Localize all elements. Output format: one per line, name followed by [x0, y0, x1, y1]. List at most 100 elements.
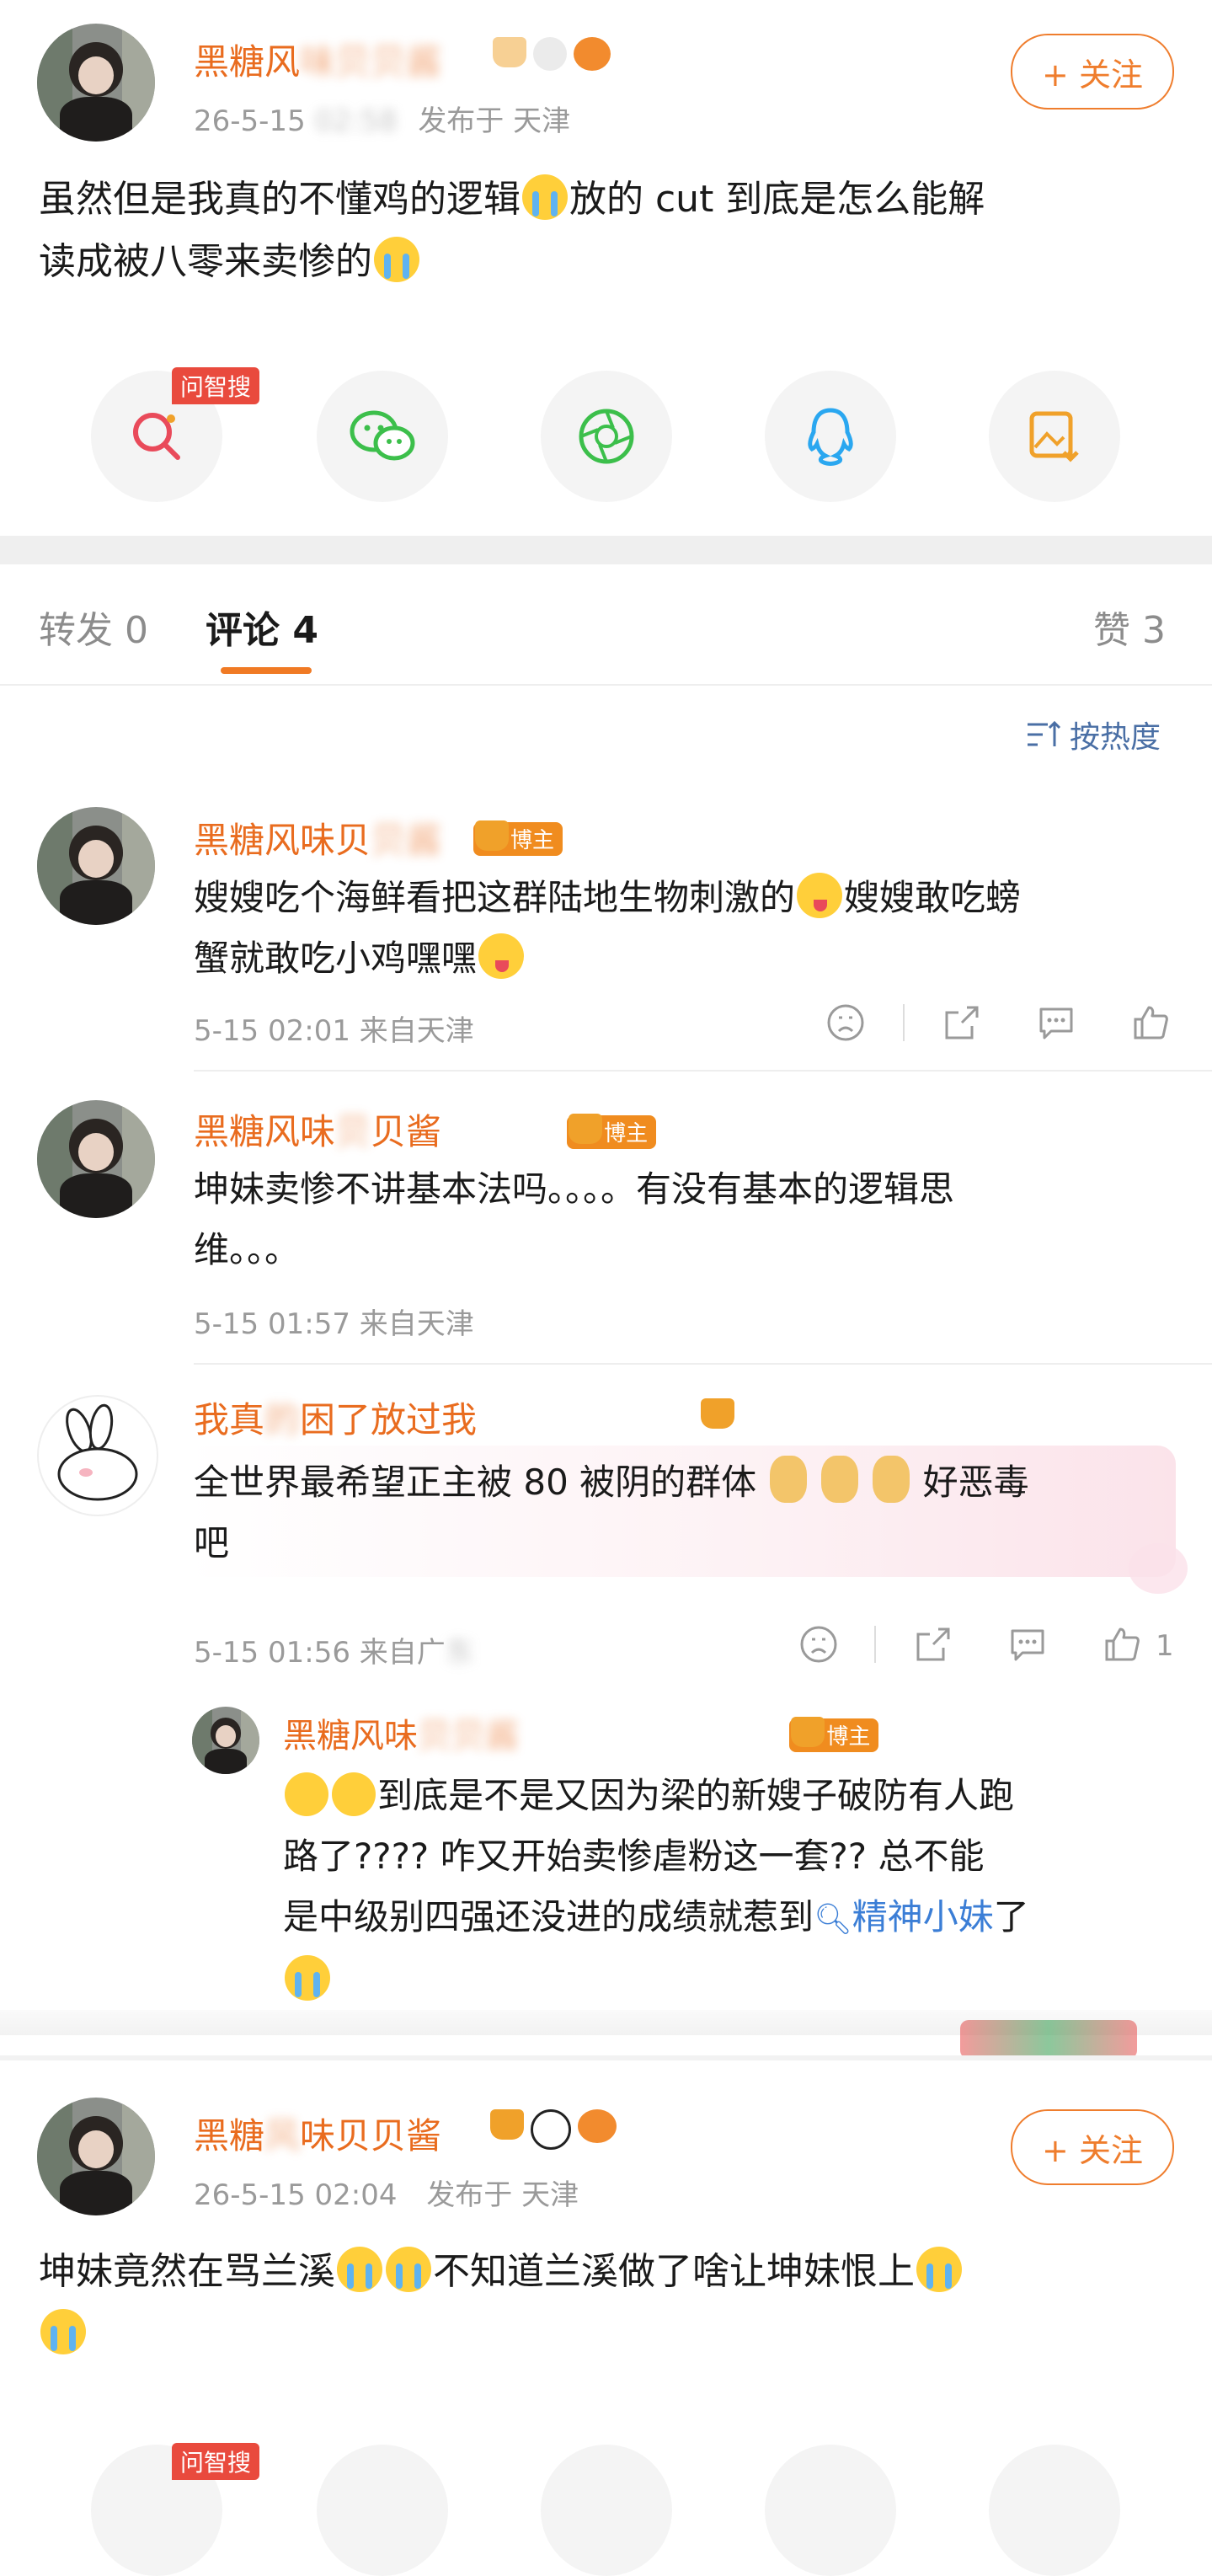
- comment-avatar[interactable]: [37, 807, 155, 925]
- decoration-icon: [1129, 1543, 1188, 1594]
- reply-username[interactable]: 黑糖风味贝贝酱: [283, 1708, 519, 1757]
- save-image-button[interactable]: [989, 371, 1120, 502]
- wechat-share-button[interactable]: [317, 371, 448, 502]
- comment-divider: [194, 1070, 1212, 1072]
- comment-text: 嫂嫂吃个海鲜看把这群陆地生物刺激的 嫂嫂敢吃螃 蟹就敢吃小鸡嘿嘿: [194, 868, 1179, 989]
- wechat-share-button[interactable]: [317, 2445, 448, 2576]
- username-text[interactable]: 黑糖风: [194, 41, 300, 83]
- sort-icon: [1028, 720, 1061, 746]
- cry-emoji-icon: [337, 2247, 382, 2292]
- tab-likes[interactable]: 赞 3: [1093, 600, 1166, 654]
- decoration-icon: [960, 2020, 1137, 2059]
- like-button[interactable]: [1098, 1621, 1145, 1668]
- moments-share-button[interactable]: [541, 2445, 672, 2576]
- panda-icon: [533, 37, 567, 71]
- tab-comments[interactable]: 评论 4: [206, 600, 318, 654]
- bow-emoji-icon: [873, 1456, 910, 1503]
- thinking-emoji-icon: [285, 1772, 328, 1816]
- comment-username[interactable]: 黑糖风味贝贝酱: [194, 1104, 441, 1155]
- blogger-badge: 博主: [567, 1113, 657, 1149]
- share-icon: [916, 1627, 950, 1661]
- tongue-emoji-icon: [797, 873, 843, 918]
- tab-active-indicator: [221, 667, 312, 674]
- crown-icon: [701, 1398, 735, 1429]
- qq-share-button[interactable]: [765, 2445, 896, 2576]
- search-icon: [133, 413, 180, 460]
- thumbs-up-icon: [1134, 1006, 1168, 1039]
- tab-repost[interactable]: 转发 0: [39, 600, 148, 654]
- comment-divider: [194, 1363, 1212, 1365]
- qq-icon: [808, 408, 853, 466]
- follow-button[interactable]: + 关注: [1011, 34, 1174, 110]
- blogger-badge: 博主: [473, 820, 563, 856]
- section-separator: [0, 2055, 1212, 2060]
- cry-emoji-icon: [522, 174, 568, 220]
- comment-text: 全世界最希望正主被 80 被阴的群体 好恶毒 吧: [194, 1452, 1179, 1574]
- bow-emoji-icon: [820, 1456, 858, 1503]
- crown-icon: [475, 820, 509, 851]
- user-badges: [493, 37, 611, 71]
- crown-icon: [791, 1716, 825, 1747]
- thumbs-up-icon: [1105, 1627, 1140, 1661]
- crown-icon: [493, 37, 526, 67]
- comment-icon: [1011, 1629, 1044, 1661]
- cry-emoji-icon: [916, 2247, 962, 2292]
- topic-link[interactable]: 🔍︎精神小妹: [814, 1896, 994, 1937]
- action-divider: [874, 1626, 876, 1663]
- share-button[interactable]: [938, 999, 985, 1046]
- bow-emoji-icon: [769, 1456, 807, 1503]
- sad-face-icon: [800, 1626, 837, 1663]
- tabs-divider: [0, 684, 1212, 686]
- username-blurred: 味贝贝酱: [300, 41, 442, 83]
- user-avatar[interactable]: [37, 24, 155, 142]
- comment-icon: [1039, 1007, 1073, 1039]
- fish-icon: [574, 37, 611, 71]
- panda-icon: [531, 2109, 571, 2150]
- crown-icon: [490, 2109, 524, 2140]
- moments-share-button[interactable]: [541, 371, 672, 502]
- action-divider: [903, 1004, 905, 1041]
- post-text: 虽然但是我真的不懂鸡的逻辑 放的 cut 到底是怎么能解 读成被八零来卖惨的: [39, 168, 1184, 293]
- qq-share-button[interactable]: [765, 371, 896, 502]
- post-username[interactable]: 黑糖风味贝贝酱: [194, 2108, 441, 2159]
- comment-meta: 5-15 01:56 来自广东: [194, 1636, 474, 1670]
- fish-icon: [578, 2109, 617, 2143]
- post-meta: 26-5-15 02:58 发布于 天津: [194, 104, 571, 138]
- post-username[interactable]: 黑糖风味贝贝酱: [194, 34, 441, 85]
- comment-username[interactable]: 黑糖风味贝贝酱: [194, 812, 441, 863]
- reply-button[interactable]: [1033, 999, 1080, 1046]
- comment-text: 坤妹卖惨不讲基本法吗。。。。有没有基本的逻辑思 维。。。: [194, 1168, 955, 1270]
- post-meta: 26-5-15 02:04 发布于 天津: [194, 2178, 579, 2212]
- sad-face-icon: [827, 1004, 864, 1041]
- comment-avatar[interactable]: [37, 1395, 158, 1516]
- cry-emoji-icon: [374, 237, 419, 282]
- like-count: 1: [1156, 1629, 1174, 1663]
- reply-button[interactable]: [1004, 1621, 1051, 1668]
- search-ai-badge: 问智搜: [172, 367, 260, 404]
- sort-by-hot-button[interactable]: 按热度: [1026, 713, 1161, 756]
- search-ai-badge: 问智搜: [172, 2443, 260, 2480]
- comment-username[interactable]: 我真的困了放过我: [194, 1392, 477, 1443]
- share-button[interactable]: [910, 1621, 957, 1668]
- share-icon: [945, 1006, 979, 1039]
- cry-emoji-icon: [386, 2247, 431, 2292]
- thinking-emoji-icon: [332, 1772, 376, 1816]
- comment-meta: 5-15 01:57 来自天津: [194, 1307, 474, 1341]
- dislike-button[interactable]: [822, 999, 869, 1046]
- crown-icon: [569, 1113, 603, 1144]
- post-text: 坤妹竟然在骂兰溪 不知道兰溪做了啥让坤妹恨上: [39, 2241, 1193, 2365]
- save-image-button[interactable]: [989, 2445, 1120, 2576]
- user-badges: [490, 2109, 617, 2150]
- rabbit-avatar-icon: [57, 1403, 138, 1501]
- wechat-icon: [350, 410, 415, 461]
- dislike-button[interactable]: [795, 1621, 842, 1668]
- reply-avatar[interactable]: [192, 1707, 259, 1774]
- reply-text: 到底是不是又因为梁的新嫂子破防有人跑 路了???? 咋又开始卖惨虐粉这一套?? …: [283, 1766, 1184, 2011]
- follow-button[interactable]: + 关注: [1011, 2109, 1174, 2185]
- save-image-icon: [1029, 411, 1079, 462]
- comment-avatar[interactable]: [37, 1100, 155, 1218]
- like-button[interactable]: [1127, 999, 1174, 1046]
- user-avatar[interactable]: [37, 2098, 155, 2215]
- moments-icon: [579, 409, 634, 464]
- sort-label: 按热度: [1070, 720, 1161, 755]
